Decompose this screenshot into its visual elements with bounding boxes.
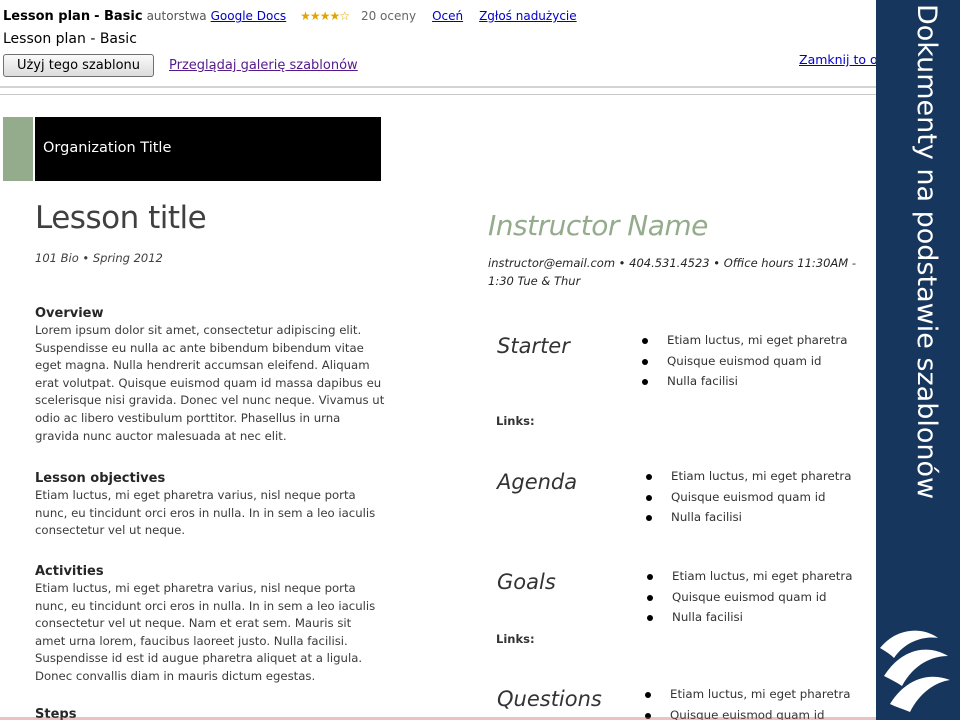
overview-body: Lorem ipsum dolor sit amet, consectetur …: [35, 323, 385, 443]
template-variant: - Basic: [94, 9, 143, 24]
overview-heading: Overview: [35, 306, 104, 321]
template-subtitle: Lesson plan - Basic: [3, 31, 137, 47]
author-label: autorstwa: [146, 9, 207, 23]
author-link[interactable]: Google Docs: [211, 9, 287, 23]
objectives-heading: Lesson objectives: [35, 471, 166, 486]
rating-stars-icon[interactable]: ★★★★☆: [300, 9, 350, 23]
list-item: Nulla facilisi: [640, 371, 847, 392]
header-divider: [0, 86, 876, 88]
list-item: Nulla facilisi: [645, 607, 852, 628]
side-banner: Dokumenty na podstawie szablonów: [876, 0, 960, 720]
list-item: Quisque euismod quam id: [645, 587, 852, 608]
goals-links-label: Links:: [496, 632, 535, 646]
list-item: Quisque euismod quam id: [640, 351, 847, 372]
starter-list: Etiam luctus, mi eget pharetra Quisque e…: [640, 330, 847, 392]
goals-title: Goals: [497, 570, 556, 594]
use-template-button[interactable]: Użyj tego szablonu: [3, 54, 154, 77]
browse-gallery-link[interactable]: Przeglądaj galerię szablonów: [169, 58, 358, 73]
side-banner-title: Dokumenty na podstawie szablonów: [911, 4, 942, 500]
starter-links-label: Links:: [496, 414, 535, 428]
rate-link[interactable]: Oceń: [432, 9, 463, 23]
list-item: Etiam luctus, mi eget pharetra: [640, 330, 847, 351]
activities-body: Etiam luctus, mi eget pharetra varius, n…: [35, 581, 376, 683]
questions-list: Etiam luctus, mi eget pharetra Quisque e…: [643, 684, 850, 720]
document-preview: Organization Title Lesson title 101 Bio …: [0, 96, 876, 720]
starter-title: Starter: [497, 334, 570, 358]
instructor-name: Instructor Name: [488, 209, 708, 242]
list-item: Etiam luctus, mi eget pharetra: [643, 684, 850, 705]
agenda-title: Agenda: [497, 470, 578, 494]
questions-title: Questions: [497, 687, 602, 711]
activities-heading: Activities: [35, 564, 104, 579]
logo-icon: [880, 630, 950, 712]
report-abuse-link[interactable]: Zgłoś nadużycie: [479, 9, 577, 23]
lesson-title: Lesson title: [35, 200, 207, 236]
close-window-link[interactable]: Zamknij to okno: [799, 52, 876, 67]
objectives-section: Lesson objectives Etiam luctus, mi eget …: [35, 471, 385, 540]
template-header: Lesson plan - Basic autorstwa Google Doc…: [0, 0, 876, 96]
template-name: Lesson plan: [3, 9, 91, 24]
header-divider-lower: [0, 94, 876, 95]
list-item: Etiam luctus, mi eget pharetra: [644, 466, 851, 487]
org-title: Organization Title: [43, 140, 172, 156]
org-title-bar: Organization Title: [35, 117, 381, 181]
objectives-body: Etiam luctus, mi eget pharetra varius, n…: [35, 488, 376, 538]
rating-count: 20 oceny: [360, 9, 417, 23]
activities-section: Activities Etiam luctus, mi eget pharetr…: [35, 564, 385, 686]
list-item: Etiam luctus, mi eget pharetra: [645, 566, 852, 587]
org-accent-bar: [3, 117, 33, 181]
list-item: Quisque euismod quam id: [644, 487, 851, 508]
list-item: Nulla facilisi: [644, 507, 851, 528]
agenda-list: Etiam luctus, mi eget pharetra Quisque e…: [644, 466, 851, 528]
overview-section: Overview Lorem ipsum dolor sit amet, con…: [35, 306, 385, 445]
goals-list: Etiam luctus, mi eget pharetra Quisque e…: [645, 566, 852, 628]
instructor-contact: instructor@email.com • 404.531.4523 • Of…: [488, 256, 857, 288]
course-meta: 101 Bio • Spring 2012: [35, 251, 163, 265]
template-title-row: Lesson plan - Basic autorstwa Google Doc…: [3, 8, 577, 24]
